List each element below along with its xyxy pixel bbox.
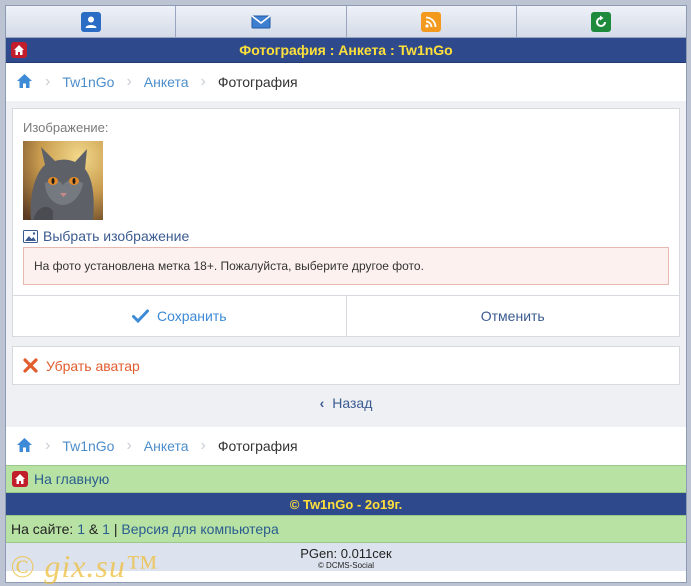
nav-profile[interactable]: [6, 6, 177, 37]
top-nav: [6, 6, 686, 38]
online-label: На сайте:: [11, 521, 74, 537]
watermark: © gix.su™: [10, 548, 159, 584]
home-icon[interactable]: [16, 73, 33, 92]
desktop-version-link[interactable]: Версия для компьютера: [121, 521, 278, 537]
chevron-right-icon: ›: [126, 437, 132, 454]
online-separator: &: [88, 521, 99, 537]
page-frame: Фотография : Анкета : Tw1nGo › Tw1nGo › …: [5, 5, 687, 583]
remove-avatar-label: Убрать аватар: [46, 357, 140, 374]
breadcrumb-bottom: › Tw1nGo › Анкета › Фотография: [6, 427, 686, 465]
title-bar: Фотография : Анкета : Tw1nGo: [6, 38, 686, 63]
avatar-photo: [23, 141, 103, 220]
refresh-icon: [591, 11, 612, 32]
age-warning-alert: На фото установлена метка 18+. Пожалуйст…: [23, 247, 669, 285]
chevron-right-icon: ›: [45, 73, 51, 90]
home-icon[interactable]: [16, 437, 33, 456]
back-link[interactable]: ‹ Назад: [6, 385, 686, 421]
rss-icon: [421, 11, 442, 32]
chevron-right-icon: ›: [200, 73, 206, 90]
nav-refresh[interactable]: [516, 6, 686, 37]
chevron-right-icon: ›: [200, 437, 206, 454]
image-label: Изображение:: [23, 120, 109, 135]
online-bar: На сайте: 1 & 1 | Версия для компьютера: [6, 515, 686, 543]
chevron-right-icon: ›: [45, 437, 51, 454]
breadcrumb: › Tw1nGo › Анкета › Фотография: [6, 63, 686, 101]
breadcrumb-current: Фотография: [217, 74, 298, 90]
profile-icon: [80, 11, 101, 32]
save-button[interactable]: Сохранить: [13, 296, 347, 336]
online-guests-link[interactable]: 1: [102, 521, 110, 537]
cancel-button[interactable]: Отменить: [347, 296, 680, 336]
mail-icon: [251, 12, 271, 32]
save-label: Сохранить: [156, 308, 227, 324]
copyright-bar: © Tw1nGo - 2o19г.: [6, 493, 686, 515]
nav-mail[interactable]: [176, 6, 347, 37]
photo-form: Изображение: Выбрать изображение На фото…: [12, 108, 680, 337]
home-icon[interactable]: [11, 42, 27, 58]
home-link-label: На главную: [34, 471, 110, 487]
image-icon: [23, 229, 38, 243]
checkmark-icon: [131, 309, 149, 323]
chevron-right-icon: ›: [126, 73, 132, 90]
page-title: Фотография : Анкета : Tw1nGo: [239, 42, 453, 58]
breadcrumb-user[interactable]: Tw1nGo: [62, 74, 114, 90]
content-area: Изображение: Выбрать изображение На фото…: [6, 101, 686, 427]
home-link-bar[interactable]: На главную: [6, 465, 686, 493]
breadcrumb-profile[interactable]: Анкета: [144, 438, 189, 454]
choose-image-label: Выбрать изображение: [43, 228, 190, 244]
remove-avatar-card: Убрать аватар: [12, 346, 680, 385]
breadcrumb-current: Фотография: [217, 438, 298, 454]
divider: |: [113, 521, 118, 537]
home-icon: [12, 471, 28, 487]
back-label: Назад: [332, 395, 373, 411]
online-users-link[interactable]: 1: [77, 521, 85, 537]
choose-image-link[interactable]: Выбрать изображение: [23, 228, 669, 244]
remove-avatar-button[interactable]: Убрать аватар: [13, 347, 679, 384]
breadcrumb-user[interactable]: Tw1nGo: [62, 438, 114, 454]
nav-rss[interactable]: [346, 6, 517, 37]
form-buttons: Сохранить Отменить: [13, 295, 679, 336]
close-icon: [23, 358, 38, 373]
breadcrumb-profile[interactable]: Анкета: [144, 74, 189, 90]
chevron-left-icon: ‹: [319, 395, 325, 411]
